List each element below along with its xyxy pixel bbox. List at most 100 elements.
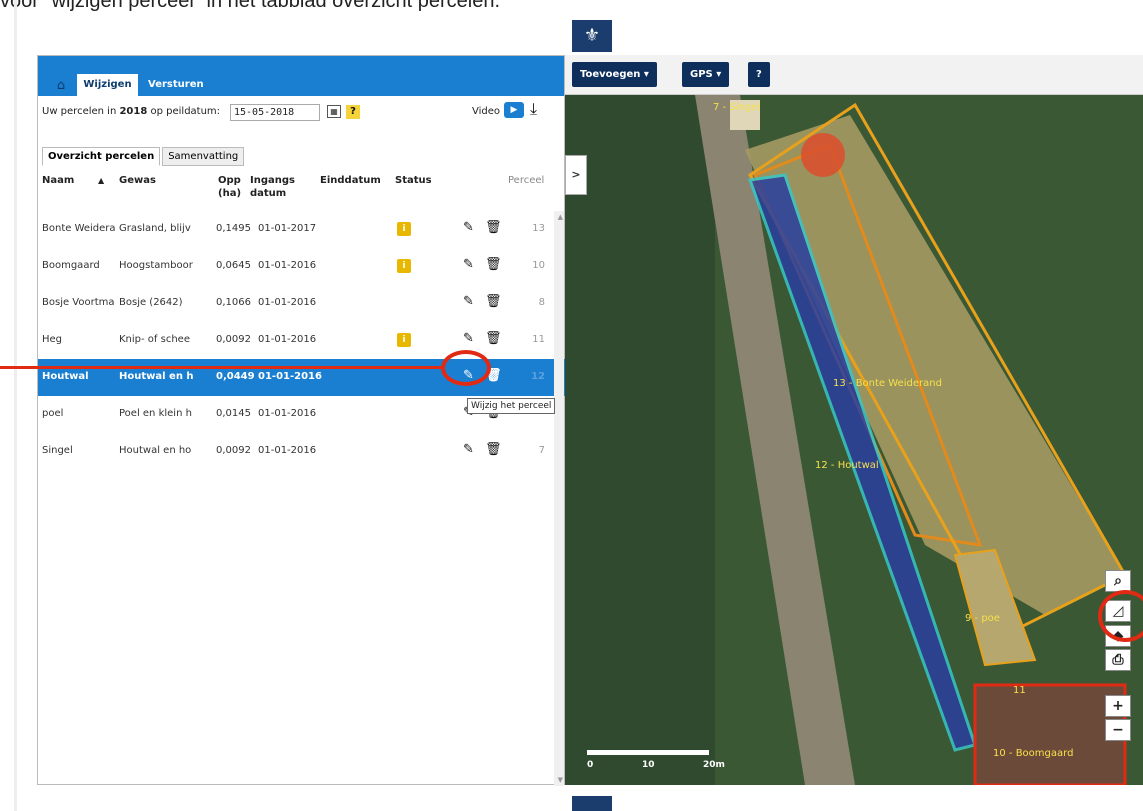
tab-wijzigen[interactable]: Wijzigen — [77, 74, 138, 96]
col-status[interactable]: Status — [395, 174, 432, 187]
annotation-circle-edit — [441, 350, 491, 386]
trash-icon[interactable]: 🗑 — [485, 442, 502, 457]
date-label-post: op peildatum: — [147, 106, 221, 117]
toevoegen-button[interactable]: Toevoegen ▾ — [572, 62, 657, 87]
video-label: Video — [472, 106, 501, 117]
col-ingangs-datum: datum — [250, 188, 287, 199]
trash-icon[interactable]: 🗑 — [485, 257, 502, 272]
zoom-in-button[interactable]: + — [1105, 695, 1131, 717]
cell-ingangsdatum: 01-01-2016 — [258, 445, 317, 456]
cell-ingangsdatum: 01-01-2016 — [258, 371, 322, 382]
print-icon[interactable]: ⎙ — [1105, 649, 1131, 671]
document-instruction-text: voor "wijzigen perceel" in het tabblad o… — [0, 0, 501, 12]
cell-perceel: 8 — [538, 297, 545, 308]
cell-ingangsdatum: 01-01-2017 — [258, 223, 317, 234]
map-label-poel: 9 - poe — [965, 613, 1000, 624]
scroll-down-icon[interactable]: ▼ — [558, 776, 563, 784]
scale-bar — [587, 750, 709, 755]
cell-ingangsdatum: 01-01-2016 — [258, 297, 317, 308]
map-view[interactable]: Toevoegen ▾ GPS ▾ ? > 7 - Singel 13 - Bo… — [565, 55, 1143, 785]
cell-opp: 0,0092 — [216, 334, 251, 345]
cell-gewas: Knip- of schee — [119, 334, 190, 345]
play-video-button[interactable]: ▶ — [504, 102, 524, 118]
trash-icon[interactable]: 🗑 — [485, 331, 502, 346]
download-icon[interactable]: ⤓ — [530, 99, 537, 119]
screenshot-root: voor "wijzigen perceel" in het tabblad o… — [0, 0, 1143, 811]
info-icon[interactable]: i — [397, 333, 411, 347]
table-row[interactable]: Heg Knip- of schee 0,0092 01-01-2016 i ✎… — [38, 322, 566, 359]
col-ingangs[interactable]: Ingangs — [250, 174, 295, 187]
zoom-out-button[interactable]: − — [1105, 719, 1131, 741]
edit-icon[interactable]: ✎ — [463, 257, 474, 272]
date-label: Uw percelen in 2018 op peildatum: — [42, 106, 220, 117]
cell-ingangsdatum: 01-01-2016 — [258, 260, 317, 271]
col-opp-unit: (ha) — [218, 188, 242, 199]
cell-gewas: Grasland, blijv — [119, 223, 191, 234]
trash-icon[interactable]: 🗑 — [485, 294, 502, 309]
tab-overzicht-percelen[interactable]: Overzicht percelen — [42, 147, 161, 166]
table-scrollbar[interactable]: ▲ ▼ — [554, 211, 564, 786]
map-help-button[interactable]: ? — [748, 62, 770, 87]
edit-icon[interactable]: ✎ — [463, 331, 474, 346]
map-toolbar: Toevoegen ▾ GPS ▾ ? — [565, 55, 1143, 95]
table-row[interactable]: Singel Houtwal en ho 0,0092 01-01-2016 ✎… — [38, 433, 566, 470]
cell-naam: Singel — [42, 445, 73, 456]
parcel-table-body: Bonte Weidera Grasland, blijv 0,1495 01-… — [38, 211, 566, 470]
scale-label-0: 0 — [587, 760, 594, 770]
cell-perceel: 11 — [532, 334, 545, 345]
gps-button[interactable]: GPS ▾ — [682, 62, 730, 87]
document-margin — [14, 0, 17, 811]
cell-perceel: 13 — [532, 223, 545, 234]
map-label-houtwal: 12 - Houtwal — [815, 460, 879, 471]
date-label-pre: Uw percelen in — [42, 106, 120, 117]
calendar-icon[interactable]: ▦ — [327, 105, 341, 118]
table-header: Naam ▲ Gewas Opp (ha) Ingangs datum Eind… — [38, 170, 566, 210]
search-icon[interactable]: ⌕ — [1105, 570, 1131, 592]
date-bar: Uw percelen in 2018 op peildatum: 15-05-… — [38, 96, 564, 126]
cell-naam: Houtwal — [42, 371, 89, 382]
toevoegen-label: Toevoegen — [580, 69, 641, 80]
cell-opp: 0,1066 — [216, 297, 251, 308]
help-button[interactable]: ? — [346, 105, 360, 119]
trash-icon[interactable]: 🗑 — [485, 220, 502, 235]
table-row[interactable]: Bonte Weidera Grasland, blijv 0,1495 01-… — [38, 211, 566, 248]
edit-icon[interactable]: ✎ — [463, 294, 474, 309]
info-icon[interactable]: i — [397, 222, 411, 236]
col-naam[interactable]: Naam — [42, 174, 74, 187]
map-label-boomgaard: 10 - Boomgaard — [993, 748, 1074, 759]
map-label-bonte: 13 - Bonte Weiderand — [833, 378, 942, 389]
cell-ingangsdatum: 01-01-2016 — [258, 334, 317, 345]
cell-gewas: Houtwal en h — [119, 371, 194, 382]
cell-naam: Bonte Weidera — [42, 223, 116, 234]
coat-of-arms-logo: ⚜ — [572, 20, 612, 52]
cell-perceel: 7 — [538, 445, 545, 456]
table-row[interactable]: Bosje Voortma Bosje (2642) 0,1066 01-01-… — [38, 285, 566, 322]
collapse-panel-button[interactable]: > — [565, 155, 587, 195]
peildatum-input[interactable]: 15-05-2018 — [230, 104, 320, 121]
cell-gewas: Poel en klein h — [119, 408, 192, 419]
tab-samenvatting[interactable]: Samenvatting — [162, 147, 245, 166]
home-icon[interactable]: ⌂ — [46, 75, 76, 96]
map-label-singel: 7 - Singel — [713, 102, 761, 113]
map-label-heg: 11 — [1013, 685, 1026, 696]
cell-opp: 0,0449 — [216, 371, 255, 382]
tab-versturen[interactable]: Versturen — [148, 74, 204, 96]
cell-opp: 0,0145 — [216, 408, 251, 419]
info-icon[interactable]: i — [397, 259, 411, 273]
col-opp[interactable]: Opp — [218, 174, 241, 187]
overview-tabs: Overzicht percelen Samenvatting — [42, 144, 246, 166]
edit-icon[interactable]: ✎ — [463, 442, 474, 457]
cell-naam: Boomgaard — [42, 260, 100, 271]
cell-opp: 0,0092 — [216, 445, 251, 456]
cell-opp: 0,1495 — [216, 223, 251, 234]
col-einddatum[interactable]: Einddatum — [320, 174, 381, 187]
cell-ingangsdatum: 01-01-2016 — [258, 408, 317, 419]
coat-of-arms-logo-bottom — [572, 796, 612, 811]
col-perceel[interactable]: Perceel — [508, 174, 544, 187]
col-gewas[interactable]: Gewas — [119, 174, 156, 187]
scale-label-20: 20m — [703, 760, 725, 770]
scroll-up-icon[interactable]: ▲ — [558, 213, 563, 221]
table-row[interactable]: Boomgaard Hoogstamboor 0,0645 01-01-2016… — [38, 248, 566, 285]
sort-asc-icon[interactable]: ▲ — [98, 174, 104, 187]
edit-icon[interactable]: ✎ — [463, 220, 474, 235]
